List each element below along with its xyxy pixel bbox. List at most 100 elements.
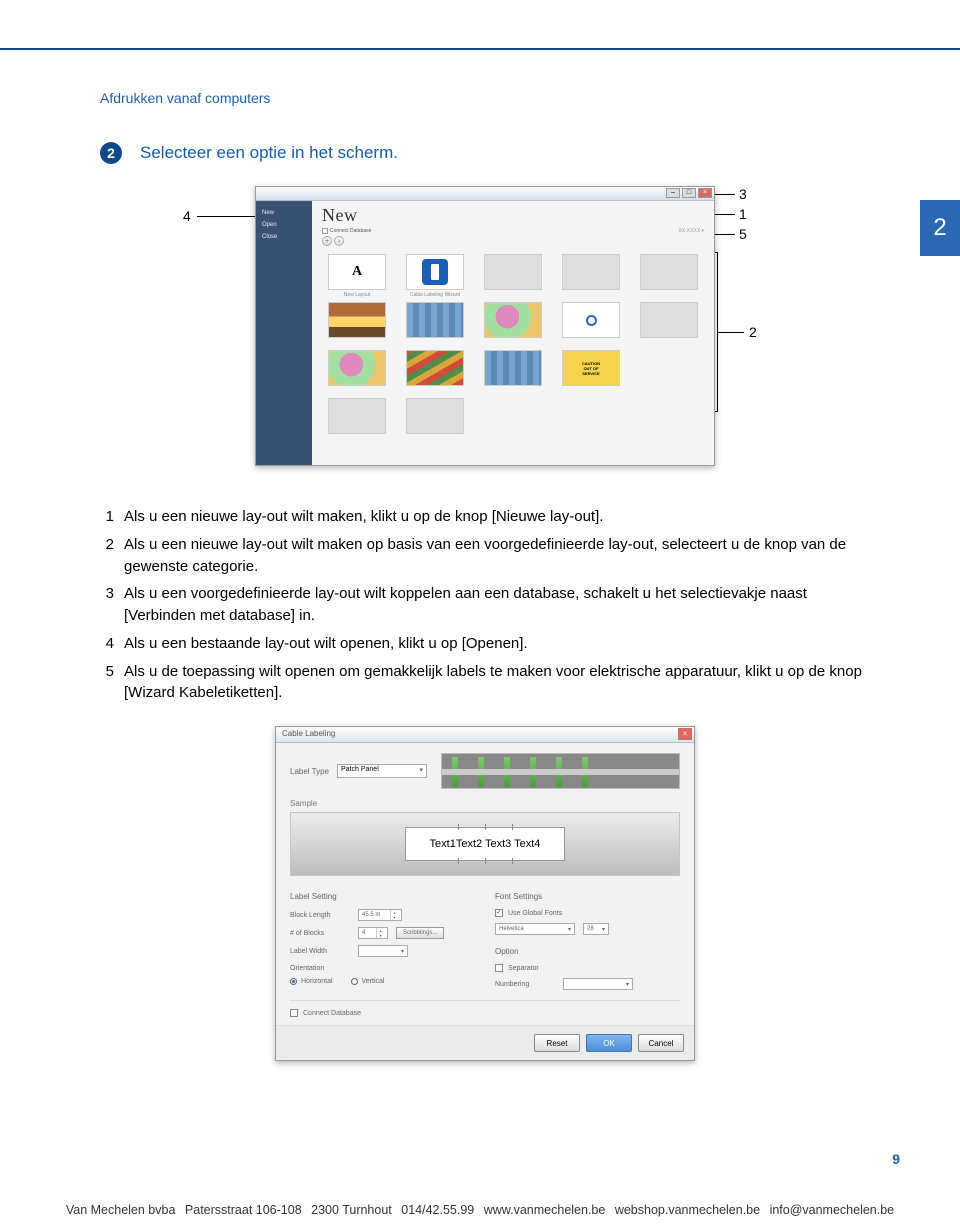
sample-text: Text1Text2 Text3 Text4 (405, 827, 565, 861)
maximize-icon[interactable]: □ (682, 188, 696, 198)
window-controls: – □ × (666, 188, 712, 198)
block-length-label: Block Length (290, 912, 350, 919)
page-content: Afdrukken vanaf computers 2 Selecteer ee… (100, 90, 870, 1061)
template-item[interactable] (406, 398, 464, 434)
callout-2: 2 (749, 324, 757, 340)
app-window: – □ × New Open Close New Connect Data (255, 186, 715, 466)
dialog-title: Cable Labeling × (276, 727, 694, 743)
separator-label: Separator (508, 965, 539, 972)
orientation-h-label: Horizontal (301, 978, 333, 985)
template-item[interactable] (562, 254, 620, 290)
label-width-select[interactable]: ▾ (358, 945, 408, 957)
step-text: Selecteer een optie in het scherm. (140, 143, 398, 163)
inst-num: 4 (100, 633, 114, 655)
inst-text: Als u de toepassing wilt openen om gemak… (124, 661, 870, 705)
orientation-horizontal-radio[interactable] (290, 978, 297, 985)
template-item[interactable] (484, 254, 542, 290)
callout-4: 4 (183, 208, 191, 224)
template-grid: A New Layout Cable Labeling Wizard (312, 250, 714, 446)
inst-text: Als u een voorgedefinieerde lay-out wilt… (124, 583, 870, 627)
close-icon[interactable]: × (678, 728, 692, 740)
right-button[interactable]: › (334, 236, 344, 246)
panel-title: New (312, 201, 714, 226)
blocks-label: # of Blocks (290, 930, 350, 937)
step-row: 2 Selecteer een optie in het scherm. (100, 142, 870, 164)
template-item[interactable] (484, 302, 542, 338)
sidebar-item-new[interactable]: New (256, 207, 312, 219)
use-global-fonts-label: Use Global Fonts (508, 910, 562, 917)
use-global-fonts-checkbox[interactable] (495, 909, 503, 917)
settings: Label Setting Block Length 45.5 m▴▾ # of… (276, 886, 694, 1000)
separator-checkbox[interactable] (495, 964, 503, 972)
callout-3: 3 (739, 186, 747, 202)
plus-button[interactable]: + (322, 236, 332, 246)
inst-num: 5 (100, 661, 114, 705)
numbering-label: Numbering (495, 981, 555, 988)
lead-line (718, 332, 744, 333)
label-setting-head: Label Setting (290, 892, 475, 901)
label-preview (441, 753, 680, 789)
orientation-vertical-radio[interactable] (351, 978, 358, 985)
app-titlebar: – □ × (256, 187, 714, 201)
inst-text: Als u een bestaande lay-out wilt openen,… (124, 633, 870, 655)
footer: Van Mechelen bvba Patersstraat 106-108 2… (0, 1203, 960, 1217)
sample-box: Text1Text2 Text3 Text4 (290, 812, 680, 876)
orientation-v-label: Vertical (362, 978, 385, 985)
template-label: New Layout (344, 292, 370, 298)
app-body: New Open Close New Connect Database XX-X… (256, 201, 714, 465)
connect-database-checkbox[interactable]: Connect Database (322, 228, 371, 234)
numbering-select[interactable]: ▾ (563, 978, 633, 990)
reset-button[interactable]: Reset (534, 1034, 580, 1052)
template-item[interactable] (562, 302, 620, 338)
cancel-button[interactable]: Cancel (638, 1034, 684, 1052)
template-new-layout[interactable]: A (328, 254, 386, 290)
template-item[interactable] (640, 254, 698, 290)
app-main: New Connect Database XX-XXXX ▾ + › (312, 201, 714, 465)
side-chapter-tab: 2 (920, 200, 960, 256)
orientation-label: Orientation (290, 965, 475, 972)
template-item[interactable] (328, 350, 386, 386)
page-number: 9 (892, 1151, 900, 1167)
template-item[interactable] (328, 302, 386, 338)
sidebar-item-open[interactable]: Open (256, 219, 312, 231)
template-item[interactable] (328, 398, 386, 434)
block-length-input[interactable]: 45.5 m▴▾ (358, 909, 402, 921)
connect-database-checkbox[interactable] (290, 1009, 298, 1017)
inst-text: Als u een nieuwe lay-out wilt maken, kli… (124, 506, 870, 528)
template-item[interactable] (640, 302, 698, 338)
font-size-select[interactable]: 28▾ (583, 923, 609, 935)
template-item[interactable] (406, 302, 464, 338)
template-item[interactable] (484, 350, 542, 386)
font-settings-head: Font Settings (495, 892, 680, 901)
ok-button[interactable]: OK (586, 1034, 632, 1052)
blocks-input[interactable]: 4▴▾ (358, 927, 388, 939)
inst-num: 1 (100, 506, 114, 528)
template-item[interactable]: CAUTIONOUT OFSERVICE (562, 350, 620, 386)
inst-text: Als u een nieuwe lay-out wilt maken op b… (124, 534, 870, 578)
connect-database-label: Connect Database (330, 228, 371, 234)
minimize-icon[interactable]: – (666, 188, 680, 198)
sidebar-item-close[interactable]: Close (256, 231, 312, 243)
label-width-label: Label Width (290, 948, 350, 955)
instructions: 1 Als u een nieuwe lay-out wilt maken, kl… (100, 506, 870, 704)
template-item[interactable] (406, 350, 464, 386)
close-icon[interactable]: × (698, 188, 712, 198)
figure: 4 3 1 5 2 – □ × New Open (175, 186, 795, 476)
top-rule (0, 48, 960, 50)
template-cable-wizard[interactable] (406, 254, 464, 290)
inst-num: 3 (100, 583, 114, 627)
inst-num: 2 (100, 534, 114, 578)
label-type-select[interactable]: Patch Panel (337, 764, 427, 778)
callout-1: 1 (739, 206, 747, 222)
font-name-select[interactable]: Helvetica▾ (495, 923, 575, 935)
sample-heading: Sample (276, 799, 694, 808)
callout-5: 5 (739, 226, 747, 242)
label-type-label: Label Type (290, 767, 329, 776)
dialog-footer: Reset OK Cancel (276, 1025, 694, 1060)
app-sidebar: New Open Close (256, 201, 312, 465)
template-label: Cable Labeling Wizard (410, 292, 460, 298)
connect-database-label: Connect Database (303, 1010, 361, 1017)
section-header: Afdrukken vanaf computers (100, 90, 870, 106)
spotlight-button[interactable]: Scribblings... (396, 927, 444, 939)
step-badge: 2 (100, 142, 122, 164)
